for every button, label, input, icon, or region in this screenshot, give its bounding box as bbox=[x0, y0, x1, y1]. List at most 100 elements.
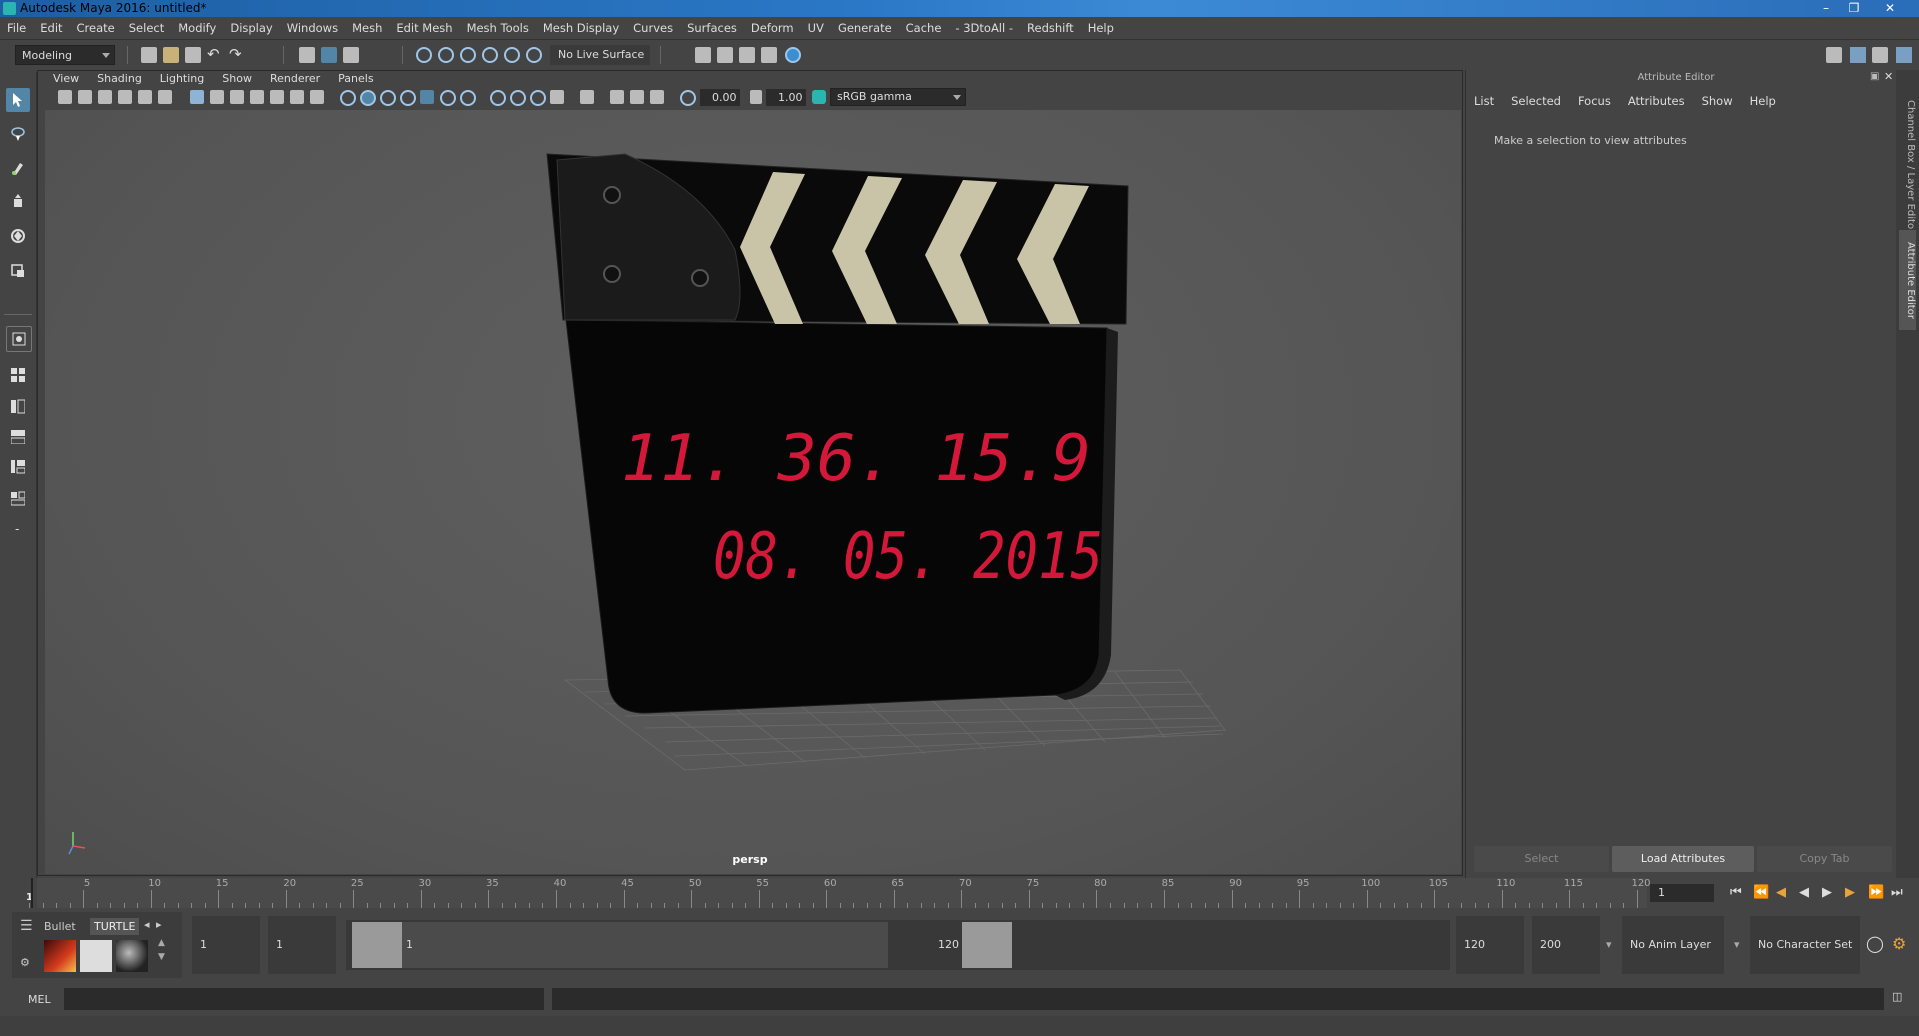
snap-point-icon[interactable] bbox=[460, 47, 476, 63]
range-end-handle[interactable] bbox=[962, 922, 1012, 968]
wireframe-icon[interactable] bbox=[340, 90, 356, 106]
turtle-bake-icon[interactable] bbox=[80, 940, 112, 972]
viewport-menu-show[interactable]: Show bbox=[213, 70, 261, 88]
gamma-field[interactable]: 1.00 bbox=[766, 89, 806, 106]
menu-deform[interactable]: Deform bbox=[744, 17, 801, 39]
viewport-menu-renderer[interactable]: Renderer bbox=[261, 70, 329, 88]
turtle-render-icon[interactable] bbox=[44, 940, 76, 972]
snap-live-icon[interactable] bbox=[504, 47, 520, 63]
ipr-render-icon[interactable] bbox=[739, 47, 755, 63]
color-management-icon[interactable] bbox=[812, 90, 826, 104]
2d-pan-zoom-icon[interactable] bbox=[138, 90, 152, 104]
select-component-icon[interactable] bbox=[343, 47, 359, 63]
menu-mesh-tools[interactable]: Mesh Tools bbox=[460, 17, 536, 39]
toggle-attribute-editor-icon[interactable] bbox=[1850, 47, 1866, 63]
shelf-tab-bullet[interactable]: Bullet bbox=[40, 918, 80, 935]
menu-mesh[interactable]: Mesh bbox=[345, 17, 389, 39]
chevron-down-icon[interactable]: ▾ bbox=[1734, 938, 1740, 951]
time-slider[interactable]: 5 10 15 20 25 30 35 40 45 50 55 60 65 70 75 80 85 90 95 100… bbox=[26, 878, 1651, 908]
character-set-dropdown[interactable]: No Character Set bbox=[1750, 916, 1860, 974]
playback-end-field[interactable]: 120 bbox=[1456, 916, 1524, 974]
close-icon[interactable]: ✕ bbox=[1870, 0, 1910, 16]
xray-icon[interactable] bbox=[460, 90, 476, 106]
safe-action-icon[interactable] bbox=[290, 90, 304, 104]
scale-tool-button[interactable] bbox=[6, 258, 30, 282]
move-tool-button[interactable] bbox=[6, 190, 30, 214]
snap-grid-icon[interactable] bbox=[416, 47, 432, 63]
exposure-field[interactable]: 0.00 bbox=[700, 89, 740, 106]
redo-icon[interactable]: ↷ bbox=[229, 47, 245, 63]
xray-joints-icon[interactable] bbox=[610, 90, 624, 104]
turtle-surface-icon[interactable] bbox=[116, 940, 148, 972]
chevron-down-icon[interactable]: ▾ bbox=[1606, 938, 1612, 951]
auto-key-icon[interactable]: ◯ bbox=[1866, 934, 1884, 953]
current-time-marker[interactable] bbox=[31, 878, 33, 908]
four-view-layout-button[interactable] bbox=[6, 362, 30, 386]
float-panel-icon[interactable]: ▣ bbox=[1870, 71, 1879, 82]
gate-mask-icon[interactable] bbox=[250, 90, 264, 104]
close-panel-icon[interactable]: ✕ bbox=[1884, 70, 1893, 83]
textured-icon[interactable] bbox=[400, 90, 416, 106]
menu-file[interactable]: File bbox=[0, 17, 33, 39]
resolution-gate-icon[interactable] bbox=[230, 90, 244, 104]
field-chart-icon[interactable] bbox=[270, 90, 284, 104]
toolbox-options-button[interactable]: - bbox=[6, 520, 30, 544]
step-back-key-icon[interactable]: ◀ bbox=[1776, 886, 1786, 900]
make-live-icon[interactable] bbox=[526, 47, 542, 63]
menu-edit[interactable]: Edit bbox=[33, 17, 69, 39]
menu-curves[interactable]: Curves bbox=[626, 17, 680, 39]
single-perspective-layout-button[interactable] bbox=[6, 326, 32, 352]
open-scene-icon[interactable] bbox=[163, 47, 179, 63]
menu-create[interactable]: Create bbox=[70, 17, 122, 39]
command-input[interactable] bbox=[64, 988, 544, 1010]
menu-modify[interactable]: Modify bbox=[171, 17, 223, 39]
save-scene-icon[interactable] bbox=[185, 47, 201, 63]
view-transform-dropdown[interactable]: sRGB gamma bbox=[830, 88, 966, 106]
render-frame-icon[interactable] bbox=[717, 47, 733, 63]
step-forward-icon[interactable]: ⏩ bbox=[1868, 886, 1884, 900]
menu-mesh-display[interactable]: Mesh Display bbox=[536, 17, 626, 39]
ae-menu-attributes[interactable]: Attributes bbox=[1628, 94, 1685, 108]
menu-surfaces[interactable]: Surfaces bbox=[680, 17, 744, 39]
go-to-start-icon[interactable]: ⏮ bbox=[1730, 886, 1742, 900]
viewport-3d-canvas[interactable]: 11. 36. 15.9 08. 05. 2015 persp bbox=[45, 110, 1461, 874]
shelf-up-icon[interactable]: ▲ bbox=[158, 938, 165, 948]
ae-menu-selected[interactable]: Selected bbox=[1511, 94, 1561, 108]
backface-culling-icon[interactable] bbox=[650, 90, 664, 104]
viewport-menu-lighting[interactable]: Lighting bbox=[151, 70, 213, 88]
animation-start-field[interactable]: 1 bbox=[192, 916, 260, 974]
hypershade-layout-button[interactable] bbox=[6, 486, 30, 510]
new-scene-icon[interactable] bbox=[141, 47, 157, 63]
channel-box-icon[interactable] bbox=[1896, 47, 1912, 63]
grease-pencil-icon[interactable] bbox=[158, 90, 172, 104]
step-back-icon[interactable]: ⏪ bbox=[1753, 886, 1769, 900]
persp-outliner-graph-layout-button[interactable] bbox=[6, 454, 30, 478]
ae-menu-focus[interactable]: Focus bbox=[1578, 94, 1611, 108]
menu-generate[interactable]: Generate bbox=[831, 17, 899, 39]
menu-cache[interactable]: Cache bbox=[899, 17, 949, 39]
play-backward-icon[interactable]: ◀ bbox=[1799, 886, 1809, 900]
select-hierarchy-icon[interactable] bbox=[299, 47, 315, 63]
channel-box-tab[interactable]: Channel Box / Layer Editor bbox=[1899, 82, 1916, 252]
ae-menu-list[interactable]: List bbox=[1474, 94, 1494, 108]
script-language-label[interactable]: MEL bbox=[28, 993, 51, 1006]
shelf-scroll-left-icon[interactable]: ◂ bbox=[144, 918, 150, 931]
shadows-icon[interactable] bbox=[440, 90, 456, 106]
animation-preferences-icon[interactable]: ⚙ bbox=[1892, 934, 1906, 953]
shelf-tab-turtle[interactable]: TURTLE bbox=[90, 918, 140, 935]
select-tool-button[interactable] bbox=[6, 88, 30, 112]
go-to-end-icon[interactable]: ⏭ bbox=[1891, 886, 1903, 900]
smooth-shade-icon[interactable] bbox=[360, 90, 376, 106]
script-editor-icon[interactable]: ◫ bbox=[1892, 990, 1902, 1003]
ae-menu-help[interactable]: Help bbox=[1750, 94, 1776, 108]
bookmark-icon[interactable] bbox=[98, 90, 112, 104]
render-settings-icon[interactable] bbox=[761, 47, 777, 63]
undo-icon[interactable]: ↶ bbox=[207, 47, 223, 63]
tool-settings-icon[interactable] bbox=[1872, 47, 1888, 63]
menu-display[interactable]: Display bbox=[223, 17, 279, 39]
wireframe-on-shaded-icon[interactable] bbox=[380, 90, 396, 106]
modeling-toolkit-icon[interactable] bbox=[1826, 47, 1842, 63]
range-start-handle[interactable] bbox=[352, 922, 402, 968]
menu-redshift[interactable]: Redshift bbox=[1020, 17, 1081, 39]
menu-set-dropdown[interactable]: Modeling bbox=[15, 45, 115, 65]
